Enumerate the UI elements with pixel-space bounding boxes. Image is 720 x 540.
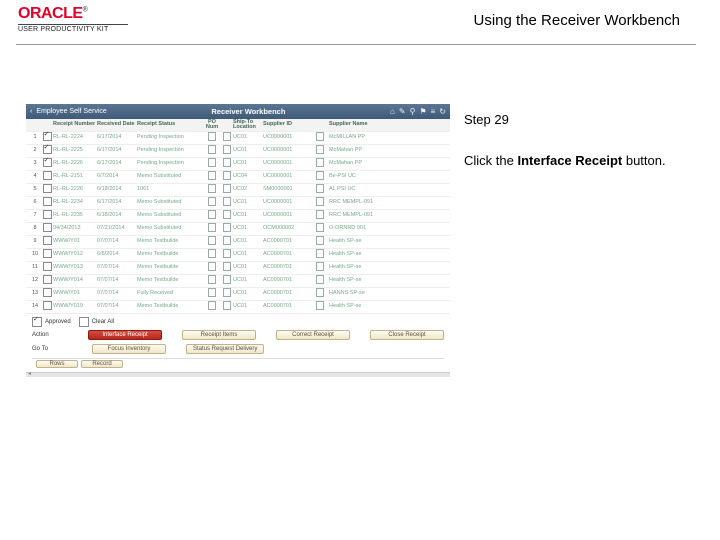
- menu-icon[interactable]: ≡: [431, 108, 436, 116]
- table-header: Receipt Number Received Date Receipt Sta…: [26, 119, 450, 132]
- instruction-post: button.: [622, 153, 665, 168]
- rows-button[interactable]: Rows: [36, 360, 78, 368]
- instruction-bold: Interface Receipt: [517, 153, 622, 168]
- col-receipt-number: Receipt Number: [53, 122, 97, 128]
- page-title: Using the Receiver Workbench: [178, 6, 710, 29]
- interface-receipt-button[interactable]: Interface Receipt: [88, 330, 162, 340]
- back-icon[interactable]: ‹: [30, 108, 32, 115]
- home-icon[interactable]: ⌂: [390, 108, 395, 116]
- approved-label: Approved: [45, 319, 71, 325]
- horizontal-scrollbar[interactable]: ◂: [26, 372, 450, 377]
- instruction-text: Click the Interface Receipt button.: [464, 151, 696, 172]
- table-row[interactable]: 2RL-RL-22256/17/2014Pending InspectionUC…: [26, 145, 450, 158]
- oracle-tm: ®: [83, 7, 88, 14]
- app-titlebar: ‹ Employee Self Service Receiver Workben…: [26, 104, 450, 119]
- focus-inventory-button[interactable]: Focus Inventory: [92, 344, 166, 354]
- table-row[interactable]: 12WWW/Y01407/07/14Memo TestbuildeUC01AC0…: [26, 275, 450, 288]
- record-button[interactable]: Record: [81, 360, 123, 368]
- col-receipt-status: Receipt Status: [137, 122, 203, 128]
- table-row[interactable]: 11WWW/Y01307/07/14Memo TestbuildeUC01AC0…: [26, 262, 450, 275]
- bottom-toolbar: Rows Record: [32, 358, 444, 369]
- upk-subtitle: USER PRODUCTIVITY KIT: [18, 24, 128, 33]
- status-request-button[interactable]: Status Request Delivery: [186, 344, 264, 354]
- col-po-num: PO Num: [203, 120, 221, 131]
- oracle-logo-text: ORACLE: [18, 5, 83, 22]
- clear-all-label: Clear All: [92, 319, 114, 325]
- refresh-icon[interactable]: ↻: [439, 108, 446, 116]
- col-ship-to: Ship-To Location: [233, 120, 263, 131]
- action-label: Action: [32, 332, 68, 338]
- table-row[interactable]: 7RL-RL-22356/18/2014Memo SubstitutedUC01…: [26, 210, 450, 223]
- instruction-pre: Click the: [464, 153, 517, 168]
- header-divider: [16, 44, 696, 45]
- correct-receipt-button[interactable]: Correct Receipt: [276, 330, 350, 340]
- receipt-items-button[interactable]: Receipt Items: [182, 330, 256, 340]
- goto-label: Go To: [32, 346, 72, 352]
- col-supplier-name: Supplier Name: [329, 122, 447, 128]
- clear-all-checkbox[interactable]: Clear All: [79, 317, 114, 327]
- table-row[interactable]: 5RL-RL-22266/18/20141061UC02SM0000001AL …: [26, 184, 450, 197]
- table-row[interactable]: 9WWW/Y0107/07/14Memo TestbuildeUC01AC000…: [26, 236, 450, 249]
- titlebar-center: Receiver Workbench: [107, 108, 390, 116]
- table-row[interactable]: 3RL-RL-22266/17/2014Pending InspectionUC…: [26, 158, 450, 171]
- app-screenshot: ‹ Employee Self Service Receiver Workben…: [26, 104, 450, 392]
- approved-checkbox[interactable]: Approved: [32, 317, 71, 327]
- table-row[interactable]: 6RL-RL-22346/17/2014Memo SubstitutedUC01…: [26, 197, 450, 210]
- flag-icon[interactable]: ⚑: [419, 108, 426, 116]
- titlebar-left: Employee Self Service: [36, 108, 106, 115]
- table-row[interactable]: 894/34/201307/21/2014Memo SubstitutedUC0…: [26, 223, 450, 236]
- search-icon[interactable]: ⚲: [410, 108, 416, 116]
- oracle-logo: ORACLE®: [18, 6, 178, 22]
- col-supplier-id: Supplier ID: [263, 122, 311, 128]
- step-label: Step 29: [464, 110, 696, 131]
- close-receipt-button[interactable]: Close Receipt: [370, 330, 444, 340]
- table-row[interactable]: 1RL-RL-22246/17/2014Pending InspectionUC…: [26, 132, 450, 145]
- brand-block: ORACLE® USER PRODUCTIVITY KIT: [18, 6, 178, 33]
- table-row[interactable]: 14WWW/Y01907/07/14Memo TestbuildeUC01AC0…: [26, 301, 450, 314]
- chat-icon[interactable]: ✎: [399, 108, 406, 116]
- col-received-date: Received Date: [97, 122, 137, 128]
- footer-panel: Approved Clear All Action Interface Rece…: [26, 314, 450, 372]
- table-row[interactable]: 13WWW/Y0107/07/14Fully ReceivedUC01AC000…: [26, 288, 450, 301]
- table-row[interactable]: 4RL-RL-21516/7/2014Memo SubstitutedUC04U…: [26, 171, 450, 184]
- table-row[interactable]: 10WWW/Y0126/8/2014Memo TestbuildeUC01AC0…: [26, 249, 450, 262]
- table-body: 1RL-RL-22246/17/2014Pending InspectionUC…: [26, 132, 450, 314]
- instruction-pane: Step 29 Click the Interface Receipt butt…: [464, 104, 696, 392]
